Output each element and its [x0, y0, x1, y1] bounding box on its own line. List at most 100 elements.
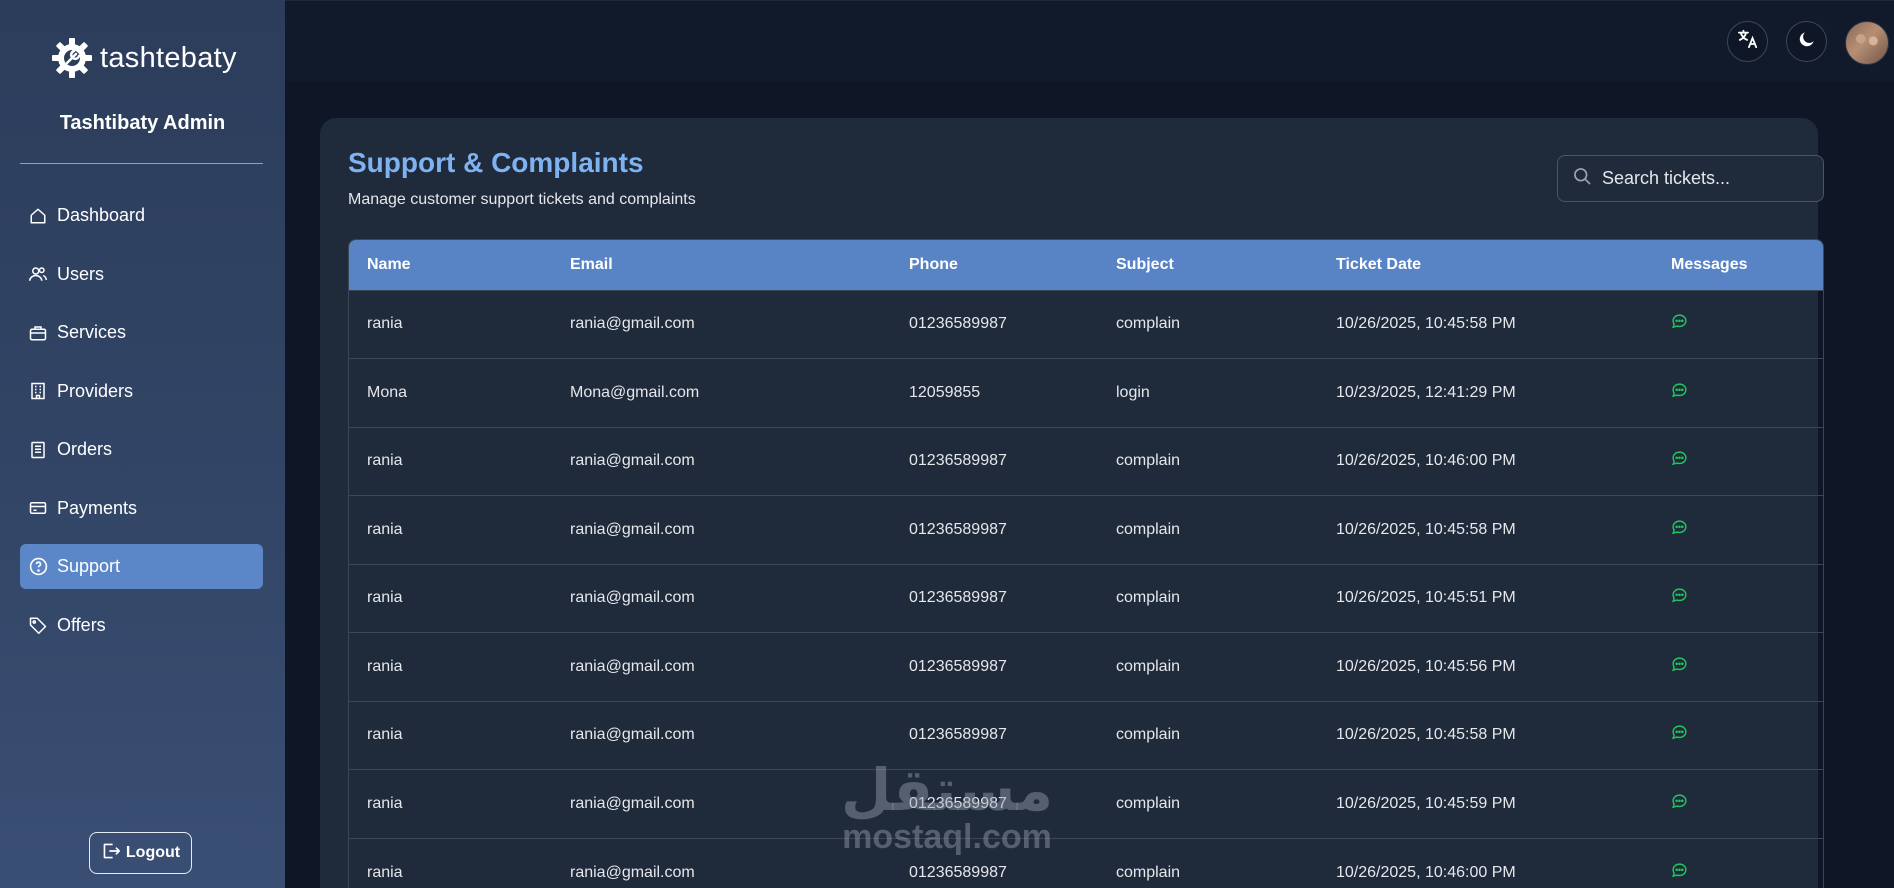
message-icon[interactable]	[1671, 793, 1688, 810]
theme-toggle-button[interactable]	[1786, 21, 1827, 62]
table-row[interactable]: Mona Mona@gmail.com 12059855 login 10/23/202…	[349, 358, 1823, 428]
search-input[interactable]	[1602, 168, 1812, 189]
cell-date: 10/26/2025, 10:45:58 PM	[1336, 520, 1516, 538]
cell-phone: 01236589987	[909, 589, 1007, 607]
cell-date: 10/26/2025, 10:45:58 PM	[1336, 315, 1516, 333]
cell-subject: login	[1116, 383, 1150, 401]
sidebar-nav: Dashboard Users Services Providers Order…	[20, 193, 263, 661]
cell-subject: complain	[1116, 315, 1181, 333]
briefcase-icon	[28, 323, 48, 343]
cell-name: rania	[367, 520, 403, 538]
sidebar-item-label: Orders	[57, 439, 113, 459]
language-toggle-button[interactable]	[1727, 21, 1768, 62]
tag-icon	[28, 615, 48, 635]
cell-date: 10/26/2025, 10:45:51 PM	[1336, 589, 1516, 607]
cell-phone: 01236589987	[909, 315, 1007, 333]
translate-icon	[1737, 29, 1759, 54]
help-circle-icon	[28, 557, 48, 577]
column-header-name[interactable]: Name	[349, 240, 552, 290]
column-header-messages[interactable]: Messages	[1653, 240, 1823, 290]
cell-messages	[1653, 496, 1823, 565]
cell-email: rania@gmail.com	[570, 794, 695, 812]
message-icon[interactable]	[1671, 519, 1688, 536]
cell-subject: complain	[1116, 863, 1181, 881]
cell-date: 10/23/2025, 12:41:29 PM	[1336, 383, 1516, 401]
sidebar-item-label: Offers	[57, 614, 106, 635]
cell-subject: complain	[1116, 589, 1181, 607]
table-row[interactable]: rania rania@gmail.com 01236589987 complain 1…	[349, 290, 1823, 359]
cell-messages	[1653, 633, 1823, 702]
cell-email: rania@gmail.com	[570, 315, 695, 333]
page-title: Support & Complaints	[348, 147, 644, 178]
page-subtitle: Manage customer support tickets and comp…	[348, 191, 696, 208]
cell-date: 10/26/2025, 10:46:00 PM	[1336, 452, 1516, 470]
cell-name: rania	[367, 315, 403, 333]
sidebar-item-label: Providers	[57, 380, 134, 401]
table-body: rania rania@gmail.com 01236589987 complain 1…	[349, 290, 1823, 888]
cell-email: Mona@gmail.com	[570, 383, 700, 401]
cell-name: rania	[367, 726, 403, 744]
sidebar-item-label: Services	[57, 322, 127, 342]
cell-date: 10/26/2025, 10:45:56 PM	[1336, 657, 1516, 675]
cell-subject: complain	[1116, 452, 1181, 470]
search-box[interactable]	[1557, 155, 1824, 202]
column-header-phone[interactable]: Phone	[891, 240, 1098, 290]
cell-phone: 01236589987	[909, 863, 1007, 881]
message-icon[interactable]	[1671, 862, 1688, 879]
column-header-email[interactable]: Email	[552, 240, 891, 290]
table-row[interactable]: rania rania@gmail.com 01236589987 complain 1…	[349, 564, 1823, 633]
cell-phone: 12059855	[909, 383, 981, 401]
message-icon[interactable]	[1671, 656, 1688, 673]
message-icon[interactable]	[1671, 382, 1688, 399]
table-row[interactable]: rania rania@gmail.com 01236589987 complain 1…	[349, 701, 1823, 770]
table-row[interactable]: rania rania@gmail.com 01236589987 complain 1…	[349, 838, 1823, 888]
sidebar: tashtebaty Tashtibaty Admin Dashboard Us…	[0, 0, 285, 888]
brand-logo[interactable]: tashtebaty	[50, 36, 237, 80]
sidebar-item-providers[interactable]: Providers	[20, 369, 263, 414]
sidebar-item-orders[interactable]: Orders	[20, 427, 263, 472]
cell-phone: 01236589987	[909, 520, 1007, 538]
column-header-ticket-date[interactable]: Ticket Date	[1318, 240, 1653, 290]
sidebar-item-label: Support	[57, 556, 121, 576]
brand-name: tashtebaty	[100, 41, 237, 74]
sidebar-divider	[20, 163, 263, 164]
top-bar	[285, 0, 1894, 82]
table-row[interactable]: rania rania@gmail.com 01236589987 complain 1…	[349, 495, 1823, 565]
message-icon[interactable]	[1671, 313, 1688, 330]
cell-subject: complain	[1116, 794, 1181, 812]
cell-email: rania@gmail.com	[570, 452, 695, 470]
sidebar-item-users[interactable]: Users	[20, 252, 263, 297]
message-icon[interactable]	[1671, 724, 1688, 741]
cell-email: rania@gmail.com	[570, 657, 695, 675]
cell-email: rania@gmail.com	[570, 726, 695, 744]
credit-card-icon	[28, 498, 48, 518]
sidebar-item-payments[interactable]: Payments	[20, 486, 263, 531]
message-icon[interactable]	[1671, 450, 1688, 467]
cell-date: 10/26/2025, 10:45:58 PM	[1336, 726, 1516, 744]
table-row[interactable]: rania rania@gmail.com 01236589987 complain 1…	[349, 769, 1823, 839]
cell-messages	[1653, 427, 1823, 496]
users-icon	[28, 264, 48, 284]
cell-phone: 01236589987	[909, 657, 1007, 675]
cell-email: rania@gmail.com	[570, 520, 695, 538]
table-row[interactable]: rania rania@gmail.com 01236589987 complain 1…	[349, 427, 1823, 496]
message-icon[interactable]	[1671, 587, 1688, 604]
sidebar-item-services[interactable]: Services	[20, 310, 263, 355]
cell-email: rania@gmail.com	[570, 589, 695, 607]
logout-label: Logout	[125, 844, 181, 861]
sidebar-item-support[interactable]: Support	[20, 544, 263, 589]
sidebar-item-label: Users	[57, 263, 105, 284]
tickets-table: Name Email Phone Subject Ticket Date Mes…	[348, 239, 1824, 888]
user-avatar[interactable]	[1845, 21, 1889, 65]
cell-messages	[1653, 564, 1823, 633]
column-header-subject[interactable]: Subject	[1098, 240, 1318, 290]
table-row[interactable]: rania rania@gmail.com 01236589987 complain 1…	[349, 632, 1823, 702]
logout-button[interactable]: Logout	[89, 832, 192, 874]
cell-messages	[1653, 290, 1823, 359]
cell-phone: 01236589987	[909, 726, 1007, 744]
cell-date: 10/26/2025, 10:45:59 PM	[1336, 794, 1516, 812]
sidebar-item-dashboard[interactable]: Dashboard	[20, 193, 263, 238]
sidebar-item-offers[interactable]: Offers	[20, 603, 263, 648]
cell-subject: complain	[1116, 657, 1181, 675]
cell-subject: complain	[1116, 520, 1181, 538]
